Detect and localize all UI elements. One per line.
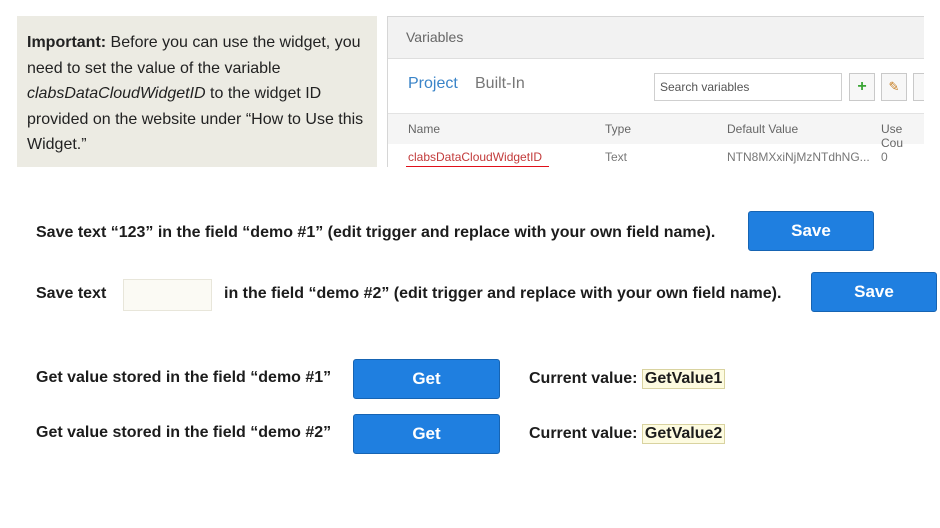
get1-text: Get value stored in the field “demo #1” (36, 369, 332, 386)
copy-variable-button[interactable] (913, 73, 924, 101)
row-variable-type: Text (605, 150, 628, 164)
get2-current-label: Current value: (529, 425, 638, 442)
table-row[interactable]: clabsDataCloudWidgetID Text NTN8MXxiNjMz… (388, 144, 924, 167)
edit-icon: ✎ (888, 79, 900, 94)
save1-button[interactable]: Save (748, 211, 874, 251)
column-default-value: Default Value (727, 122, 799, 136)
important-note: Important: Before you can use the widget… (17, 16, 377, 167)
save1-text: Save text “123” in the field “demo #1” (… (36, 224, 716, 241)
tab-project[interactable]: Project (408, 75, 458, 93)
save2-button[interactable]: Save (811, 272, 937, 312)
plus-icon: + (857, 78, 867, 95)
get1-current-label: Current value: (529, 370, 638, 387)
row-use-count: 0 (881, 150, 888, 164)
row-variable-name: clabsDataCloudWidgetID (408, 150, 543, 164)
get2-button[interactable]: Get (353, 414, 500, 454)
get1-current-value: GetValue1 (641, 369, 726, 389)
search-variables-input[interactable]: Search variables (654, 73, 842, 101)
note-variable-name: clabsDataCloudWidgetID (27, 85, 206, 102)
variables-tab-bar: Project Built-In Search variables + ✎ (388, 59, 924, 113)
get2-current: Current value: GetValue2 (529, 424, 726, 444)
edit-variable-button[interactable]: ✎ (881, 73, 907, 101)
variables-table-header: Name Type Default Value Use Cou (388, 113, 924, 150)
column-type: Type (605, 122, 632, 136)
get1-button[interactable]: Get (353, 359, 500, 399)
save2-text-input[interactable] (123, 279, 212, 311)
tab-built-in[interactable]: Built-In (475, 75, 525, 93)
get2-current-value: GetValue2 (641, 424, 726, 444)
get2-text: Get value stored in the field “demo #2” (36, 424, 332, 441)
highlight-underline (406, 166, 549, 167)
variables-title: Variables (388, 17, 924, 59)
important-label: Important: (27, 34, 107, 51)
column-name: Name (408, 122, 441, 136)
get1-current: Current value: GetValue1 (529, 369, 726, 389)
save2-text-after: in the field “demo #2” (edit trigger and… (224, 285, 782, 302)
add-variable-button[interactable]: + (849, 73, 875, 101)
row-default-value: NTN8MXxiNjMzNTdhNG... (727, 150, 870, 164)
variables-panel: Variables Project Built-In Search variab… (387, 16, 924, 167)
save2-text-before: Save text (36, 285, 107, 302)
